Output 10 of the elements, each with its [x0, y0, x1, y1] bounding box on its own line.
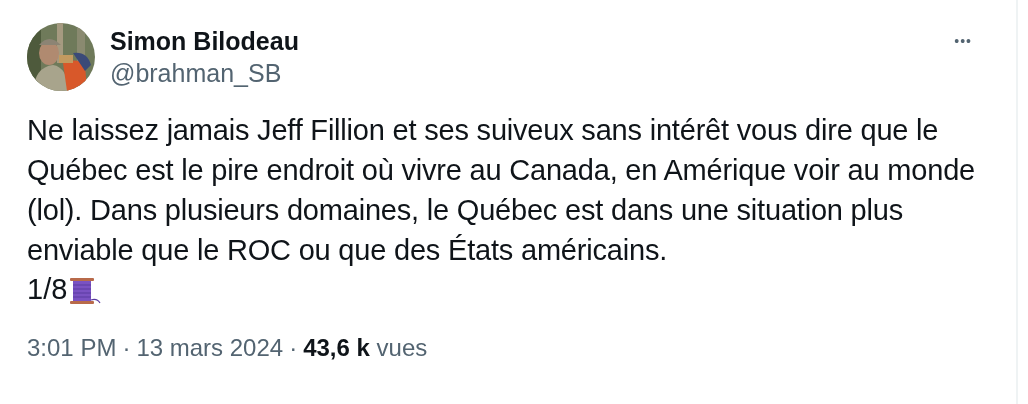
author-handle[interactable]: @brahman_SB — [110, 57, 299, 89]
more-button[interactable]: ••• — [952, 31, 974, 51]
thread-count: 1/8 — [27, 272, 68, 307]
separator: · — [122, 334, 131, 362]
tweet-text: Ne laissez jamais Jeff Fillion et ses suiveux sans intérêt vous dire que le Québec est le pire endroit où vivre au Canada, en Amérique voir au monde (lol). Dans plusieurs domaines, le Québec est dans une situation plus enviable que le ROC ou que des États américains. — [27, 113, 976, 268]
tweet-date[interactable]: 13 mars 2024 — [136, 334, 284, 362]
author-name[interactable]: Simon Bilodeau — [110, 25, 299, 57]
tweet-time[interactable]: 3:01 PM — [27, 334, 117, 362]
view-count: 43,6 k vues — [303, 334, 428, 362]
separator: · — [289, 334, 298, 362]
